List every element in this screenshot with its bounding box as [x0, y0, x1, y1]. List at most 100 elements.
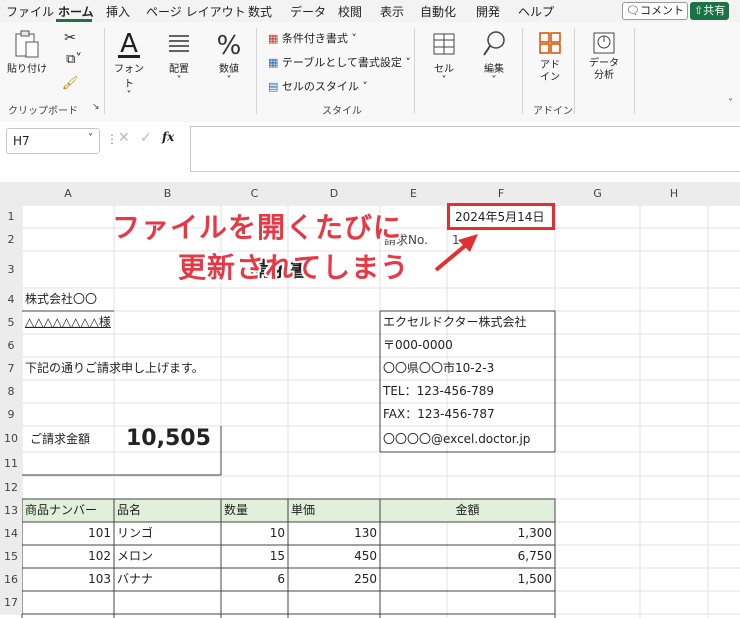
- item-qty[interactable]: 6: [221, 568, 288, 590]
- column-header-e[interactable]: E: [380, 182, 447, 205]
- cells-button[interactable]: セル ˅: [424, 28, 464, 86]
- more-icon: ⋮: [106, 132, 118, 146]
- row-header[interactable]: 17: [0, 591, 22, 614]
- item-qty[interactable]: 10: [221, 522, 288, 544]
- paste-button[interactable]: 貼り付け: [6, 28, 48, 75]
- column-header-g[interactable]: G: [555, 182, 640, 205]
- enter-icon[interactable]: ✓: [140, 130, 152, 146]
- scissors-icon: ✂: [64, 30, 76, 46]
- column-header-h[interactable]: H: [640, 182, 708, 205]
- select-all-corner[interactable]: [0, 182, 22, 205]
- format-as-table-label: テーブルとして書式設定 ˅: [281, 56, 411, 69]
- sender-company[interactable]: エクセルドクター株式会社: [383, 311, 527, 333]
- row-header[interactable]: 1: [0, 205, 22, 228]
- cell-styles-button[interactable]: ▤ セルのスタイル ˅: [268, 78, 368, 94]
- font-button[interactable]: A フォント ˅: [110, 28, 148, 101]
- copy-button[interactable]: ⧉˅: [60, 52, 88, 67]
- menu-page-layout[interactable]: ページ レイアウト: [146, 3, 246, 20]
- menu-view[interactable]: 表示: [380, 3, 404, 20]
- row-header[interactable]: 4: [0, 288, 22, 311]
- table-header-qty[interactable]: 数量: [224, 499, 248, 521]
- client-name[interactable]: △△△△△△△△様: [25, 311, 111, 333]
- column-header-d[interactable]: D: [288, 182, 380, 205]
- item-price[interactable]: 250: [288, 568, 380, 590]
- row-header[interactable]: 9: [0, 403, 22, 426]
- search-icon: [483, 31, 505, 56]
- client-company[interactable]: 株式会社〇〇: [25, 288, 97, 310]
- table-header-no[interactable]: 商品ナンバー: [25, 499, 97, 521]
- item-amount[interactable]: 1,500: [380, 568, 555, 590]
- share-button[interactable]: ⇧共有: [690, 2, 730, 20]
- row-header[interactable]: 7: [0, 357, 22, 380]
- clipboard-launcher-icon[interactable]: ↘: [92, 102, 100, 112]
- row-header[interactable]: 5: [0, 311, 22, 334]
- menu-file[interactable]: ファイル: [6, 3, 54, 20]
- sender-tel[interactable]: TEL：123-456-789: [383, 380, 494, 402]
- row-header[interactable]: 12: [0, 476, 22, 499]
- percent-icon: %: [217, 31, 242, 60]
- menu-home[interactable]: ホーム: [58, 3, 94, 20]
- row-header[interactable]: 3: [0, 251, 22, 288]
- cancel-icon[interactable]: ✕: [118, 130, 130, 146]
- name-box[interactable]: H7 ˅: [6, 128, 100, 154]
- item-no[interactable]: 103: [22, 568, 114, 590]
- function-icon[interactable]: fx: [162, 130, 174, 144]
- row-header[interactable]: 11: [0, 452, 22, 476]
- row-header[interactable]: 15: [0, 545, 22, 568]
- sender-address[interactable]: 〇〇県〇〇市10-2-3: [383, 357, 494, 379]
- data-analysis-button[interactable]: データ 分析: [582, 28, 626, 82]
- column-header-a[interactable]: A: [22, 182, 114, 205]
- table-header-amount[interactable]: 金額: [380, 499, 555, 521]
- sender-postal[interactable]: 〒000-0000: [383, 334, 453, 356]
- item-name[interactable]: リンゴ: [117, 522, 153, 544]
- formula-input[interactable]: [190, 126, 740, 172]
- menu-automate[interactable]: 自動化: [420, 3, 456, 20]
- menu-help[interactable]: ヘルプ: [518, 3, 554, 20]
- sender-email[interactable]: 〇〇〇〇@excel.doctor.jp: [383, 428, 530, 450]
- column-header-i[interactable]: [708, 182, 740, 205]
- sender-fax[interactable]: FAX：123-456-787: [383, 403, 495, 425]
- clipboard-group-label: クリップボード: [8, 106, 78, 117]
- format-painter-button[interactable]: 🖌: [60, 76, 80, 91]
- table-header-name[interactable]: 品名: [117, 499, 141, 521]
- item-name[interactable]: バナナ: [117, 568, 153, 590]
- item-price[interactable]: 450: [288, 545, 380, 567]
- menu-formulas[interactable]: 数式: [248, 3, 272, 20]
- menu-review[interactable]: 校閲: [338, 3, 362, 20]
- item-no[interactable]: 102: [22, 545, 114, 567]
- item-name[interactable]: メロン: [117, 545, 153, 567]
- amount-label[interactable]: ご請求金額: [30, 428, 90, 450]
- row-header[interactable]: 14: [0, 522, 22, 545]
- amount-value[interactable]: 10,505: [126, 424, 211, 454]
- column-header-c[interactable]: C: [221, 182, 288, 205]
- conditional-format-label: 条件付き書式 ˅: [281, 32, 357, 45]
- cut-button[interactable]: ✂: [60, 30, 80, 46]
- item-amount[interactable]: 1,300: [380, 522, 555, 544]
- item-price[interactable]: 130: [288, 522, 380, 544]
- align-button[interactable]: 配置 ˅: [160, 28, 198, 86]
- menu-data[interactable]: データ: [290, 3, 326, 20]
- cells-icon: [433, 33, 455, 55]
- menu-insert[interactable]: 挿入: [106, 3, 130, 20]
- row-header[interactable]: 10: [0, 426, 22, 452]
- row-header[interactable]: 2: [0, 228, 22, 251]
- item-no[interactable]: 101: [22, 522, 114, 544]
- column-header-b[interactable]: B: [114, 182, 221, 205]
- column-header-f[interactable]: F: [447, 182, 555, 205]
- collapse-ribbon-icon[interactable]: ˅: [728, 98, 733, 109]
- item-amount[interactable]: 6,750: [380, 545, 555, 567]
- row-header[interactable]: 8: [0, 380, 22, 403]
- row-header[interactable]: 16: [0, 568, 22, 591]
- item-qty[interactable]: 15: [221, 545, 288, 567]
- addins-button[interactable]: アド イン: [530, 28, 570, 84]
- row-header[interactable]: 13: [0, 499, 22, 522]
- format-as-table-button[interactable]: ▦ テーブルとして書式設定 ˅: [268, 54, 411, 70]
- row-header[interactable]: 6: [0, 334, 22, 357]
- invoice-message[interactable]: 下記の通りご請求申し上げます。: [25, 357, 204, 379]
- comment-button[interactable]: 🗨コメント: [622, 2, 688, 20]
- editing-button[interactable]: 編集 ˅: [474, 28, 514, 86]
- menu-developer[interactable]: 開発: [476, 3, 500, 20]
- conditional-format-button[interactable]: ▦ 条件付き書式 ˅: [268, 30, 357, 46]
- table-header-price[interactable]: 単価: [291, 499, 315, 521]
- number-button[interactable]: % 数値 ˅: [210, 28, 248, 86]
